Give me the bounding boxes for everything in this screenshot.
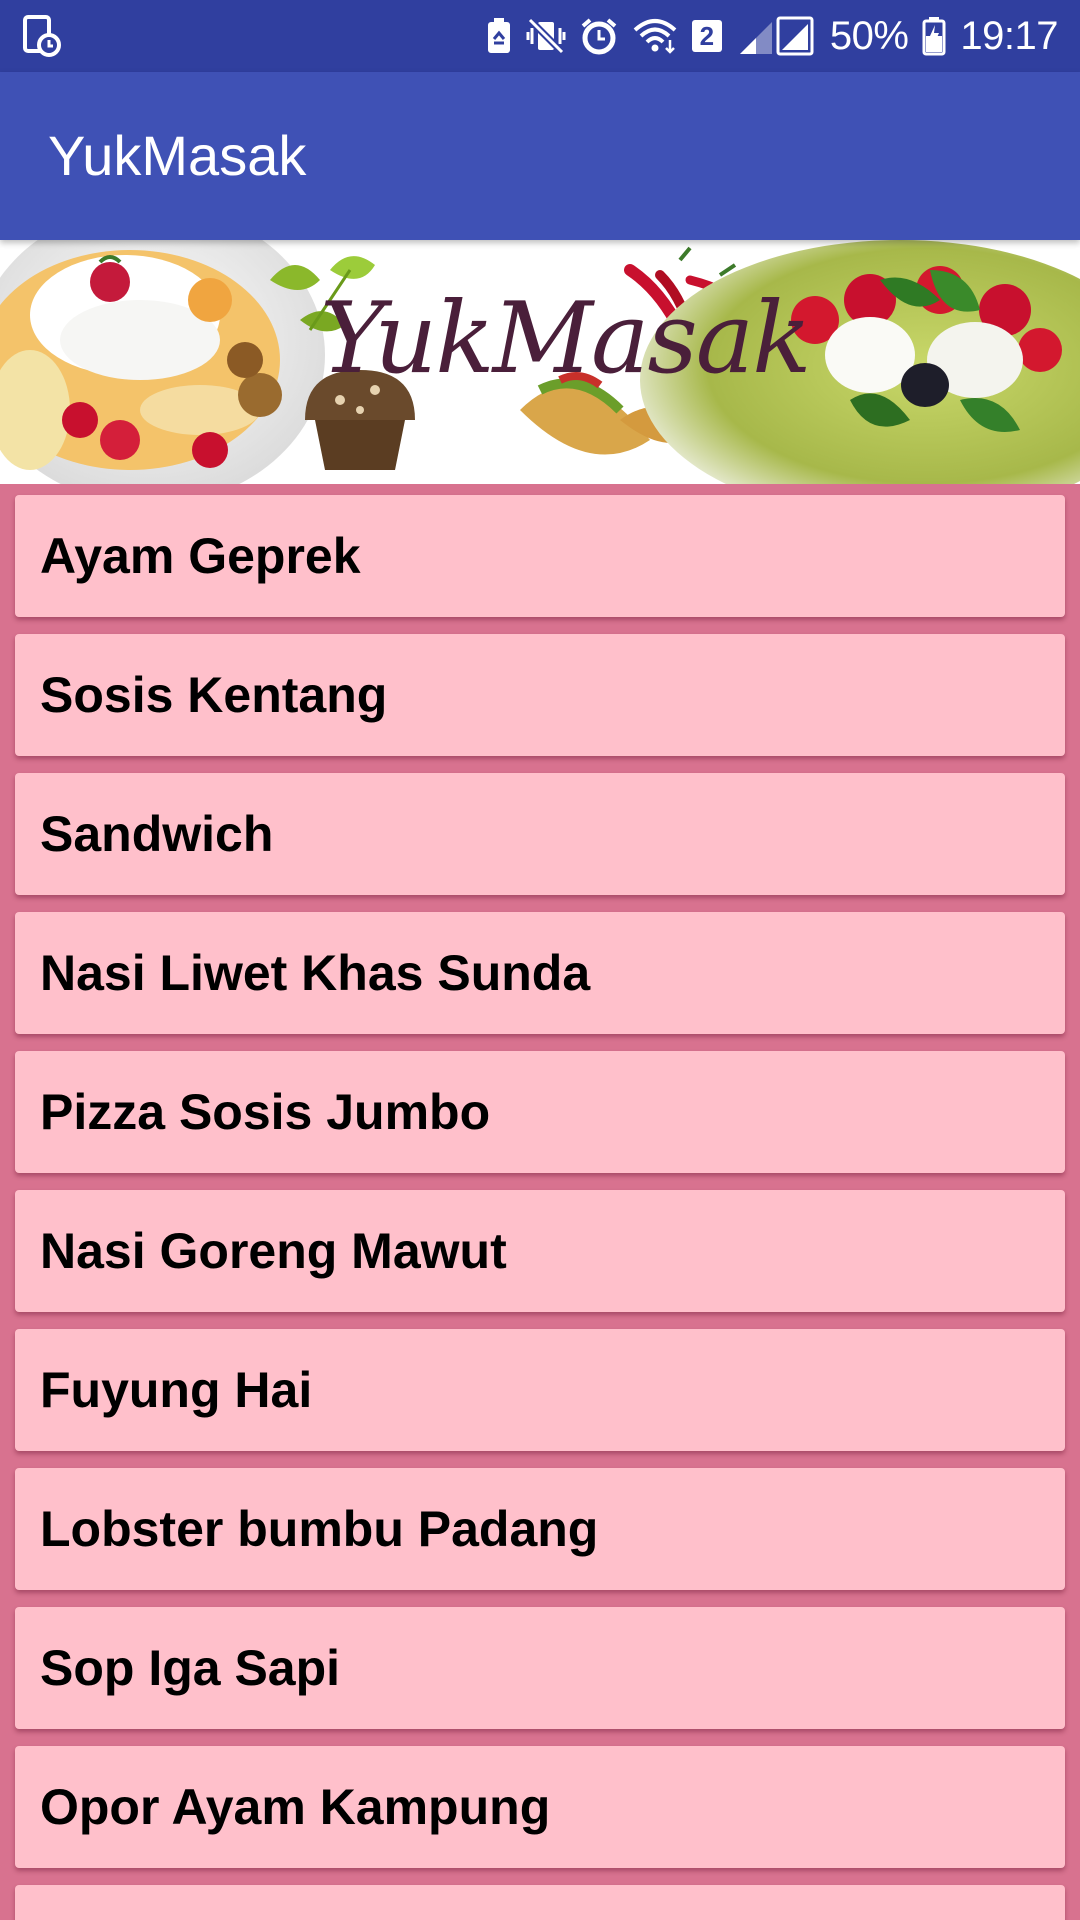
- wifi-icon: [632, 18, 678, 54]
- list-item[interactable]: [15, 1885, 1065, 1920]
- list-item-label: Nasi Goreng Mawut: [40, 1223, 507, 1279]
- list-item-label: Sop Iga Sapi: [40, 1640, 341, 1696]
- list-item[interactable]: Sosis Kentang: [15, 634, 1065, 756]
- recipe-list[interactable]: Ayam Geprek Sosis Kentang Sandwich Nasi …: [0, 490, 1080, 1920]
- app-title: YukMasak: [48, 124, 307, 187]
- list-item-label: Ayam Geprek: [40, 528, 361, 584]
- status-bar: 2 50% 19:17: [0, 0, 1080, 72]
- battery-saver-icon: [486, 17, 512, 55]
- list-item-label: Nasi Liwet Khas Sunda: [40, 945, 591, 1001]
- list-item-label: Lobster bumbu Padang: [40, 1501, 599, 1557]
- list-item-label: Opor Ayam Kampung: [40, 1779, 551, 1835]
- list-item[interactable]: Nasi Goreng Mawut: [15, 1190, 1065, 1312]
- list-item[interactable]: Lobster bumbu Padang: [15, 1468, 1065, 1590]
- list-item[interactable]: Sandwich: [15, 773, 1065, 895]
- clock: 19:17: [960, 13, 1058, 58]
- battery-percent: 50%: [829, 13, 909, 58]
- list-item[interactable]: Fuyung Hai: [15, 1329, 1065, 1451]
- battery-icon: [922, 16, 946, 56]
- banner-title: YukMasak: [320, 282, 812, 396]
- list-item[interactable]: Ayam Geprek: [15, 495, 1065, 617]
- list-item-label: Sosis Kentang: [40, 667, 388, 723]
- list-item-label: Fuyung Hai: [40, 1362, 313, 1418]
- list-item[interactable]: Sop Iga Sapi: [15, 1607, 1065, 1729]
- sim-badge: 2: [691, 20, 722, 52]
- alarm-icon: [580, 17, 618, 55]
- list-item[interactable]: Nasi Liwet Khas Sunda: [15, 912, 1065, 1034]
- app-bar: YukMasak: [0, 72, 1080, 240]
- list-item[interactable]: Opor Ayam Kampung: [15, 1746, 1065, 1868]
- screen-record-icon: [22, 14, 62, 58]
- vibrate-icon: [526, 16, 566, 56]
- list-item-label: Pizza Sosis Jumbo: [40, 1084, 491, 1140]
- status-icons: 2 50% 19:17: [486, 0, 1058, 72]
- list-item-label: Sandwich: [40, 806, 274, 862]
- signal-icon: [736, 16, 816, 56]
- list-item[interactable]: Pizza Sosis Jumbo: [15, 1051, 1065, 1173]
